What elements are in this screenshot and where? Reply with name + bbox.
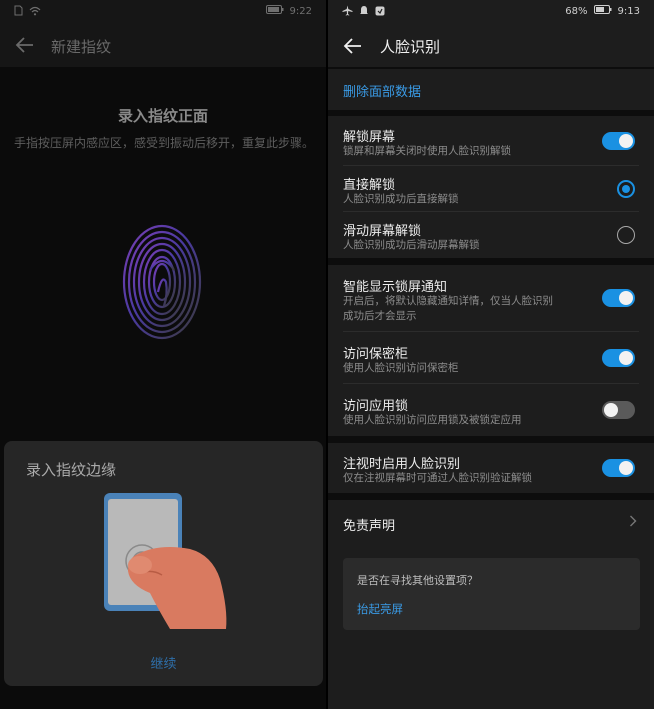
- app-lock-subtitle: 使用人脸识别访问应用锁及被锁定应用: [343, 414, 522, 426]
- smart-notification-row[interactable]: 智能显示锁屏通知 开启后，将默认隐藏通知详情，仅当人脸识别 成功后才会显示: [328, 265, 654, 332]
- page-title: 新建指纹: [51, 38, 112, 56]
- gaze-subtitle: 仅在注视屏幕时可通过人脸识别验证解锁: [343, 472, 532, 484]
- safe-toggle[interactable]: [602, 349, 635, 367]
- battery-percent: 68%: [565, 5, 588, 17]
- smart-notification-toggle[interactable]: [602, 289, 635, 307]
- slide-unlock-radio[interactable]: [617, 226, 635, 244]
- disclaimer-title: 免责声明: [343, 519, 396, 534]
- wifi-icon: [29, 6, 41, 19]
- safe-row[interactable]: 访问保密柜 使用人脸识别访问保密柜: [328, 332, 654, 384]
- tip-card: 是否在寻找其他设置项？ 抬起亮屏: [343, 558, 640, 630]
- direct-unlock-row[interactable]: 直接解锁 人脸识别成功后直接解锁: [328, 166, 654, 212]
- safe-title: 访问保密柜: [343, 347, 409, 362]
- gaze-section: 注视时启用人脸识别 仅在注视屏幕时可通过人脸识别验证解锁: [328, 443, 654, 493]
- raise-to-wake-link[interactable]: 抬起亮屏: [357, 601, 403, 617]
- face-recognition-screen: 68% 9:13 人脸识别 删除面部数据 解锁屏幕 锁屏和屏幕关闭时使用人脸识别…: [328, 0, 654, 709]
- status-time: 9:13: [617, 5, 640, 17]
- status-time: 9:22: [289, 5, 312, 17]
- edge-enroll-sheet: 录入指纹边缘 继续: [4, 441, 323, 686]
- gaze-title: 注视时启用人脸识别: [343, 457, 461, 472]
- chevron-right-icon: [629, 513, 637, 531]
- unlock-screen-subtitle: 锁屏和屏幕关闭时使用人脸识别解锁: [343, 145, 511, 157]
- tip-question: 是否在寻找其他设置项？: [357, 574, 478, 587]
- smart-notification-subtitle-line2: 成功后才会显示: [343, 310, 417, 322]
- slide-unlock-subtitle: 人脸识别成功后滑动屏幕解锁: [343, 239, 480, 251]
- direct-unlock-title: 直接解锁: [343, 178, 396, 193]
- notification-icon: [359, 5, 369, 19]
- smart-notification-subtitle-line1: 开启后，将默认隐藏通知详情，仅当人脸识别: [343, 295, 553, 307]
- enroll-description: 手指按压屏内感应区，感受到振动后移开，重复此步骤。: [14, 136, 315, 150]
- access-section: 智能显示锁屏通知 开启后，将默认隐藏通知详情，仅当人脸识别 成功后才会显示 访问…: [328, 265, 654, 436]
- toggle-knob: [619, 461, 633, 475]
- back-arrow-icon[interactable]: [14, 34, 36, 56]
- app-bar: 新建指纹: [0, 24, 326, 67]
- toggle-knob: [619, 351, 633, 365]
- gaze-toggle[interactable]: [602, 459, 635, 477]
- toggle-knob: [619, 134, 633, 148]
- app-notification-icon: [375, 6, 385, 19]
- unlock-section: 解锁屏幕 锁屏和屏幕关闭时使用人脸识别解锁 直接解锁 人脸识别成功后直接解锁 滑…: [328, 116, 654, 258]
- airplane-icon: [342, 5, 353, 19]
- app-lock-row[interactable]: 访问应用锁 使用人脸识别访问应用锁及被锁定应用: [328, 384, 654, 436]
- direct-unlock-subtitle: 人脸识别成功后直接解锁: [343, 193, 459, 205]
- app-lock-toggle[interactable]: [602, 401, 635, 419]
- battery-icon: [265, 5, 284, 17]
- fingerprint-icon: [120, 222, 204, 342]
- safe-subtitle: 使用人脸识别访问保密柜: [343, 362, 459, 374]
- unlock-screen-row[interactable]: 解锁屏幕 锁屏和屏幕关闭时使用人脸识别解锁: [328, 116, 654, 166]
- toggle-knob: [619, 291, 633, 305]
- enroll-title: 录入指纹正面: [117, 107, 208, 125]
- back-arrow-icon[interactable]: [342, 35, 364, 57]
- smart-notification-title: 智能显示锁屏通知: [343, 280, 448, 295]
- phone-hand-illustration: [100, 489, 230, 631]
- slide-unlock-row[interactable]: 滑动屏幕解锁 人脸识别成功后滑动屏幕解锁: [328, 212, 654, 258]
- unlock-screen-title: 解锁屏幕: [343, 130, 396, 145]
- battery-icon: [593, 5, 612, 17]
- disclaimer-row[interactable]: 免责声明: [328, 500, 654, 546]
- toggle-knob: [604, 403, 618, 417]
- slide-unlock-title: 滑动屏幕解锁: [343, 224, 422, 239]
- fingerprint-screen: 9:22 新建指纹 录入指纹正面 手指按压屏内感应区，感受到振动后移开，重复此步…: [0, 0, 326, 709]
- continue-button[interactable]: 继续: [4, 653, 323, 672]
- app-lock-title: 访问应用锁: [343, 399, 409, 414]
- page-title: 人脸识别: [380, 38, 441, 56]
- status-bar: 9:22: [0, 0, 326, 24]
- delete-face-data-link[interactable]: 删除面部数据: [343, 81, 421, 100]
- sim-icon: [14, 5, 23, 19]
- status-bar: 68% 9:13: [328, 0, 654, 24]
- delete-section: 删除面部数据: [328, 69, 654, 110]
- app-bar: 人脸识别: [328, 24, 654, 67]
- unlock-screen-toggle[interactable]: [602, 132, 635, 150]
- direct-unlock-radio[interactable]: [617, 180, 635, 198]
- sheet-title: 录入指纹边缘: [26, 461, 117, 479]
- gaze-row[interactable]: 注视时启用人脸识别 仅在注视屏幕时可通过人脸识别验证解锁: [328, 443, 654, 493]
